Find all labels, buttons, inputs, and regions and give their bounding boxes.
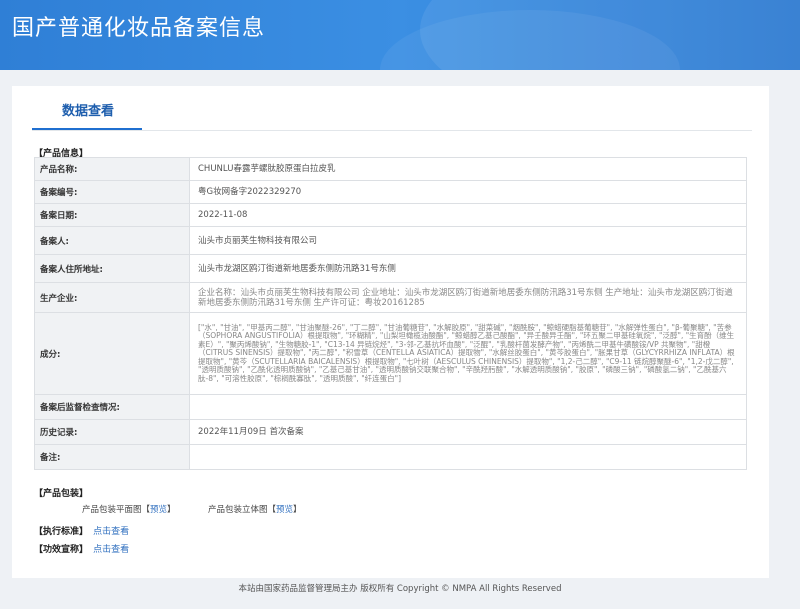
row-label: 备注: (34, 444, 190, 470)
packaging-flat-label: 产品包装平面图 (82, 505, 142, 515)
packaging-solid-label: 产品包装立体图 (208, 505, 268, 515)
inspection-value (189, 394, 747, 420)
standard-view-link[interactable]: 点击查看 (93, 527, 129, 537)
remarks-value (189, 444, 747, 470)
table-row: 备案编号: 粤G妆网备字2022329270 (34, 180, 747, 204)
record-date-value: 2022-11-08 (189, 203, 747, 227)
table-row: 产品名称: CHUNLU春露芋螺肽胶原蛋白拉皮乳 (34, 157, 747, 181)
row-label: 备案编号: (34, 180, 190, 204)
section-efficacy: 【功效宣称】 点击查看 (34, 542, 129, 555)
content-card: 数据查看 【产品信息】 产品名称: CHUNLU春露芋螺肽胶原蛋白拉皮乳 备案编… (12, 86, 769, 578)
row-label: 生产企业: (34, 282, 190, 313)
table-row: 历史记录: 2022年11月09日 首次备案 (34, 419, 747, 445)
row-label: 备案人住所地址: (34, 254, 190, 283)
product-name-value: CHUNLU春露芋螺肽胶原蛋白拉皮乳 (189, 157, 747, 181)
row-label: 备案后监督检查情况: (34, 394, 190, 420)
page-header: 国产普通化妆品备案信息 (0, 0, 800, 70)
table-row: 备注: (34, 444, 747, 470)
row-label: 成分: (34, 312, 190, 395)
table-row: 备案人: 汕头市贞丽芙生物科技有限公司 (34, 226, 747, 255)
ingredients-value: ["水", "甘油", "甲基丙二醇", "甘油聚醚-26", "丁二醇", "… (189, 312, 747, 395)
page-title: 国产普通化妆品备案信息 (12, 16, 266, 41)
tab-active-indicator (32, 128, 142, 130)
history-value: 2022年11月09日 首次备案 (189, 419, 747, 445)
product-info-table: 产品名称: CHUNLU春露芋螺肽胶原蛋白拉皮乳 备案编号: 粤G妆网备字202… (34, 157, 747, 470)
row-label: 备案人: (34, 226, 190, 255)
section-standard: 【执行标准】 点击查看 (34, 524, 129, 537)
row-label: 产品名称: (34, 157, 190, 181)
table-row: 生产企业: 企业名称：汕头市贞丽芙生物科技有限公司 企业地址：汕头市龙湖区鸥汀街… (34, 282, 747, 313)
table-row: 备案人住所地址: 汕头市龙湖区鸥汀街道新地居委东侧防汛路31号东侧 (34, 254, 747, 283)
table-row: 备案后监督检查情况: (34, 394, 747, 420)
standard-label: 【执行标准】 (34, 527, 89, 537)
page-footer: 本站由国家药品监督管理局主办 版权所有 Copyright © NMPA All… (238, 584, 562, 594)
tab-divider (32, 130, 752, 131)
packaging-solid: 产品包装立体图【预览】 (208, 505, 302, 515)
efficacy-label: 【功效宣称】 (34, 545, 89, 555)
manufacturer-value: 企业名称：汕头市贞丽芙生物科技有限公司 企业地址：汕头市龙湖区鸥汀街道新地居委东… (189, 282, 747, 313)
packaging-flat-preview-link[interactable]: 预览 (150, 505, 167, 515)
row-label: 历史记录: (34, 419, 190, 445)
packaging-flat: 产品包装平面图【预览】 (82, 505, 176, 515)
packaging-solid-preview-link[interactable]: 预览 (276, 505, 293, 515)
table-row: 成分: ["水", "甘油", "甲基丙二醇", "甘油聚醚-26", "丁二醇… (34, 312, 747, 395)
row-label: 备案日期: (34, 203, 190, 227)
registrant-value: 汕头市贞丽芙生物科技有限公司 (189, 226, 747, 255)
section-packaging: 【产品包装】 (34, 489, 89, 499)
table-row: 备案日期: 2022-11-08 (34, 203, 747, 227)
efficacy-view-link[interactable]: 点击查看 (93, 545, 129, 555)
record-number-value: 粤G妆网备字2022329270 (189, 180, 747, 204)
registrant-address-value: 汕头市龙湖区鸥汀街道新地居委东侧防汛路31号东侧 (189, 254, 747, 283)
